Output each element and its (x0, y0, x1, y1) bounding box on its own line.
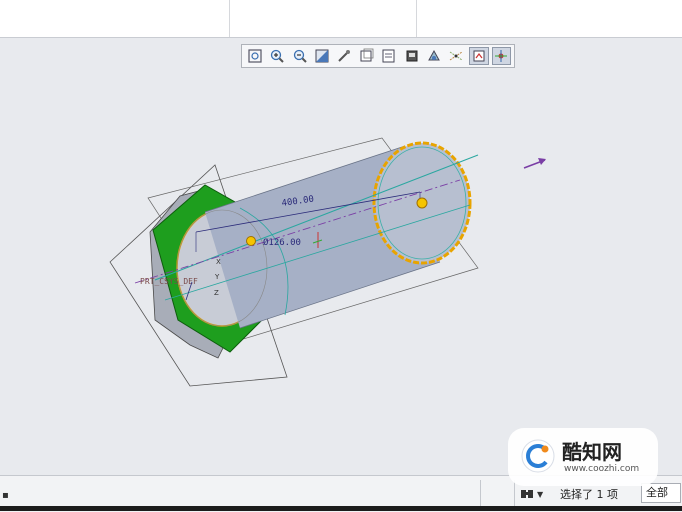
spin-center-button[interactable] (491, 47, 511, 65)
watermark-url: www.coozhi.com (564, 464, 640, 474)
datum-display-icon (450, 51, 463, 61)
dimension-diameter-label[interactable]: Ø126.00 (263, 237, 301, 248)
spin-center-point[interactable] (246, 236, 256, 246)
top-ribbon-area (0, 0, 682, 38)
perspective-button[interactable] (402, 47, 421, 65)
datum-display-button[interactable] (447, 47, 466, 65)
zoom-in-icon (270, 49, 284, 63)
show-annotations-button[interactable] (469, 47, 489, 65)
binoculars-icon (521, 490, 533, 498)
ribbon-divider (416, 0, 417, 37)
selection-filter-button[interactable]: ▼ (520, 485, 550, 503)
view-manager-button[interactable] (379, 47, 398, 65)
zoom-in-button[interactable] (267, 47, 286, 65)
show-annotations-icon (473, 50, 485, 62)
view-manager-icon (382, 49, 395, 63)
reorient-icon (315, 49, 329, 63)
saved-orientations-icon (338, 50, 351, 62)
csys-axis-z-label: Z (214, 289, 219, 297)
display-style-button[interactable] (357, 47, 376, 65)
csys-axis-x-label: X (216, 258, 221, 266)
graphics-area[interactable]: 400.00 Ø126.00 PRT_CSYS_DEF X Y Z (0, 70, 682, 475)
perspective-icon (406, 50, 418, 62)
graphics-toolbar (241, 44, 515, 68)
selected-point[interactable] (416, 197, 428, 209)
ribbon-divider (229, 0, 230, 37)
status-separator (514, 480, 515, 506)
selection-filter-select[interactable]: 全部 (641, 483, 681, 503)
saved-orientations-button[interactable] (335, 47, 354, 65)
chevron-down-icon: ▼ (537, 489, 544, 499)
refit-button[interactable] (245, 47, 264, 65)
spin-center-icon (495, 50, 508, 62)
status-indicator: ▪ (2, 490, 9, 501)
appearance-icon (428, 49, 440, 61)
status-separator (480, 480, 481, 506)
watermark-title: 酷知网 (562, 440, 622, 464)
coozhi-logo (521, 439, 555, 473)
csys-axis-y-label: Y (214, 273, 220, 281)
appearance-button[interactable] (424, 47, 443, 65)
part-csys-label: PRT_CSYS_DEF (140, 277, 198, 286)
refit-icon (248, 49, 262, 63)
display-style-icon (360, 48, 374, 62)
window-bottom-edge (0, 506, 682, 511)
selection-count-text: 选择了 1 项 (560, 488, 618, 501)
zoom-out-button[interactable] (290, 47, 309, 65)
reorient-button[interactable] (312, 47, 331, 65)
watermark-badge: 酷知网 www.coozhi.com (508, 428, 658, 486)
zoom-out-icon (293, 49, 307, 63)
